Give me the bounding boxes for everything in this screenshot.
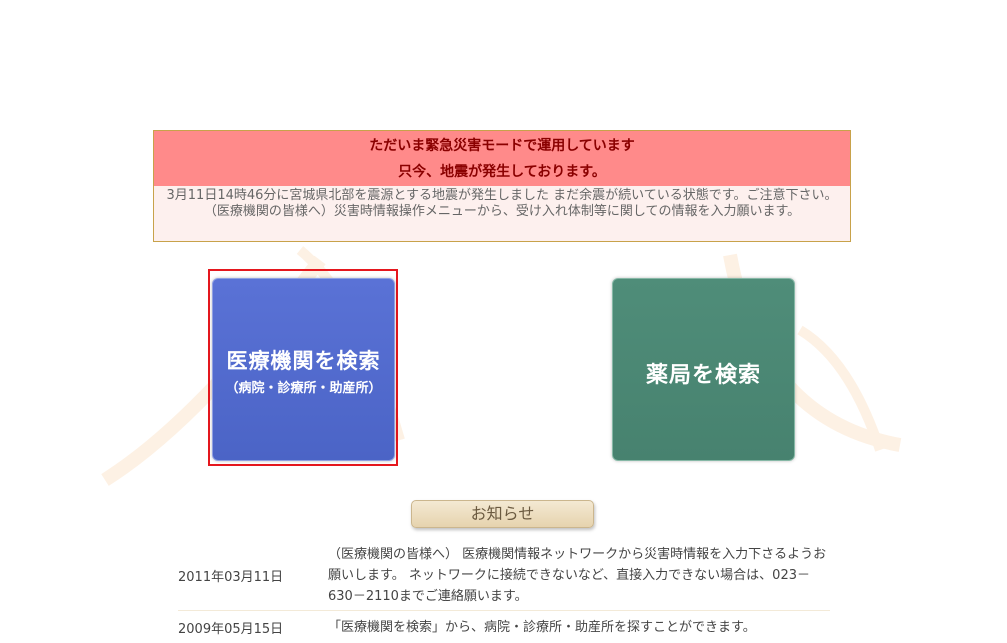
emergency-alert-box: ただいま緊急災害モードで運用しています 只今、地震が発生しております。 3月11…: [153, 130, 851, 242]
news-list: 2011年03月11日 （医療機関の皆様へ） 医療機関情報ネットワークから災害時…: [178, 540, 830, 643]
news-date: 2009年05月15日: [178, 621, 284, 637]
news-text: （医療機関の皆様へ） 医療機関情報ネットワークから災害時情報を入力下さるようお願…: [328, 546, 827, 604]
medical-search-sublabel: （病院・診療所・助産所）: [225, 381, 382, 396]
alert-message: 3月11日14時46分に宮城県北部を震源とする地震が発生しました まだ余震が続い…: [166, 188, 838, 219]
alert-earthquake-text: 只今、地震が発生しております。: [398, 164, 606, 180]
medical-search-button[interactable]: 医療機関を検索 （病院・診療所・助産所）: [212, 278, 395, 461]
alert-header: ただいま緊急災害モードで運用しています 只今、地震が発生しております。: [154, 131, 850, 186]
news-item: 2011年03月11日 （医療機関の皆様へ） 医療機関情報ネットワークから災害時…: [178, 540, 830, 611]
alert-mode-text: ただいま緊急災害モードで運用しています: [369, 138, 635, 154]
news-item: 2009年05月15日 「医療機関を検索」から、病院・診療所・助産所を探すことが…: [178, 611, 830, 643]
pharmacy-search-label: 薬局を検索: [645, 363, 761, 388]
news-date: 2011年03月11日: [178, 569, 284, 585]
news-heading-tab: お知らせ: [411, 500, 594, 528]
medical-search-label: 医療機関を検索: [226, 349, 381, 373]
pharmacy-search-button[interactable]: 薬局を検索: [612, 278, 795, 461]
news-text: 「医療機関を検索」から、病院・診療所・助産所を探すことができます。: [328, 619, 756, 635]
page: ただいま緊急災害モードで運用しています 只今、地震が発生しております。 3月11…: [0, 0, 1007, 643]
